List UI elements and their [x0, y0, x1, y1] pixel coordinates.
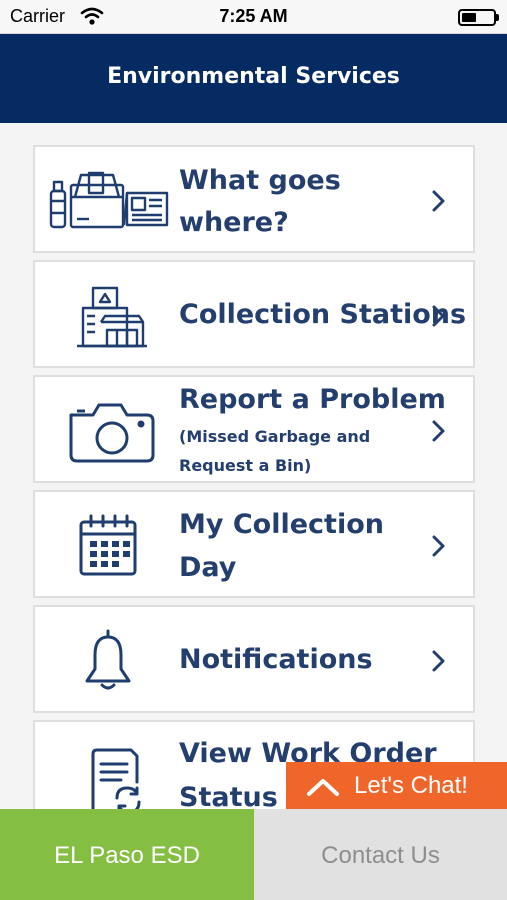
menu-item-title: Status — [179, 782, 278, 809]
tab-bar: EL Paso ESD Contact Us — [0, 809, 507, 900]
menu-item-title: Report a Problem — [179, 384, 446, 415]
battery-tip — [496, 14, 499, 21]
app-header: Environmental Services — [0, 34, 507, 123]
menu-item-title: What goes — [179, 165, 341, 196]
menu-item-title: My Collection — [179, 509, 384, 540]
collection-station-building-icon — [77, 286, 147, 348]
menu-item-report-a-problem[interactable]: Report a Problem (Missed Garbage and Req… — [33, 375, 475, 483]
chat-label: Let's Chat! — [354, 772, 468, 799]
status-bar: Carrier 7:25 AM — [0, 0, 507, 34]
menu-item-what-goes-where[interactable]: What goes where? — [33, 145, 475, 253]
chevron-right-icon — [432, 650, 445, 672]
work-order-status-icon — [91, 748, 141, 809]
tab-el-paso-esd[interactable]: EL Paso ESD — [0, 809, 254, 900]
menu-item-notifications[interactable]: Notifications — [33, 605, 475, 713]
menu-item-my-collection-day[interactable]: My Collection Day — [33, 490, 475, 598]
lets-chat-button[interactable]: Let's Chat! — [286, 762, 507, 810]
calendar-icon — [79, 514, 137, 576]
battery-icon — [458, 9, 496, 26]
tab-contact-us[interactable]: Contact Us — [254, 809, 507, 900]
status-time: 7:25 AM — [219, 6, 288, 26]
menu-list[interactable]: What goes where? Collection Stations Rep… — [0, 123, 507, 809]
page-title: Environmental Services — [107, 64, 400, 89]
menu-item-collection-stations[interactable]: Collection Stations — [33, 260, 475, 368]
menu-item-title: where? — [179, 207, 289, 238]
chevron-right-icon — [432, 420, 445, 442]
menu-item-subtitle: Request a Bin) — [179, 456, 312, 475]
tab-label: Contact Us — [321, 842, 440, 869]
chevron-up-icon — [307, 779, 339, 796]
menu-item-subtitle: (Missed Garbage and — [179, 427, 371, 446]
chevron-right-icon — [432, 190, 445, 212]
recycling-items-icon — [49, 171, 169, 229]
menu-item-title: Notifications — [179, 644, 373, 675]
chevron-right-icon — [432, 535, 445, 557]
menu-item-title: Day — [179, 552, 237, 583]
camera-icon — [69, 403, 155, 463]
menu-item-title: Collection Stations — [179, 299, 467, 330]
chevron-right-icon — [432, 305, 445, 327]
tab-label: EL Paso ESD — [54, 842, 200, 869]
bell-icon — [85, 629, 131, 690]
